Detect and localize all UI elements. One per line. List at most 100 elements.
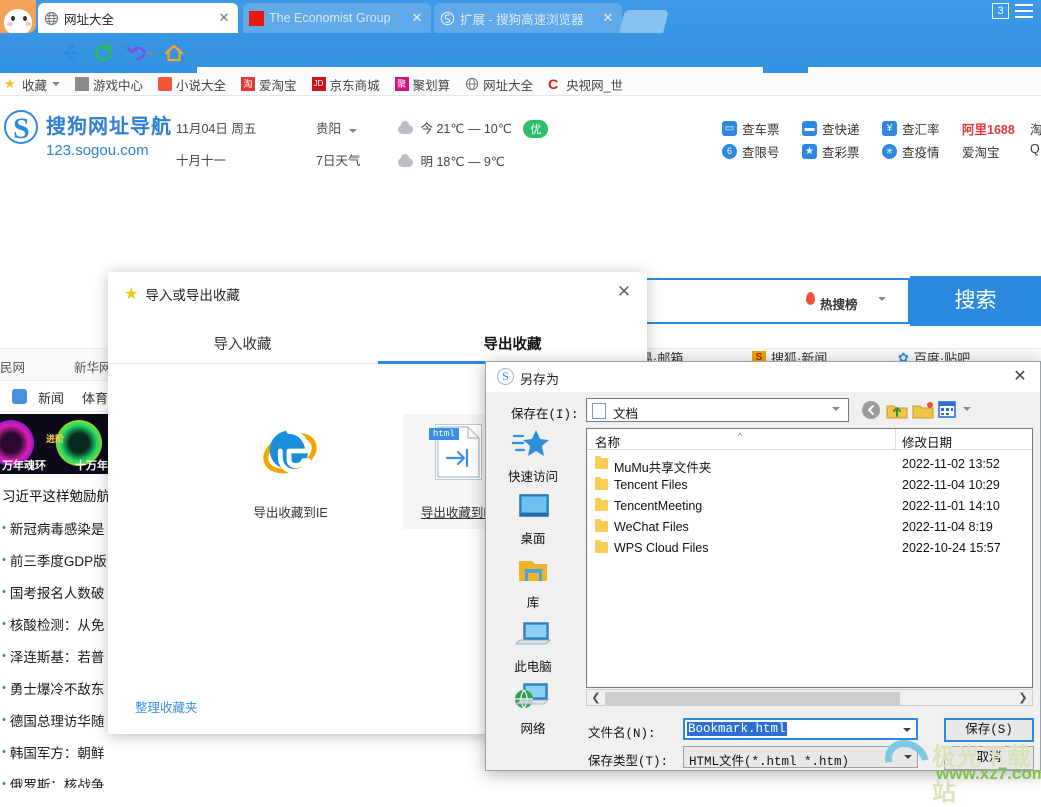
tab-close-icon-2[interactable]: ✕ bbox=[600, 10, 616, 26]
sort-indicator-icon: ^ bbox=[738, 431, 743, 441]
bookmark-cctv[interactable]: C 央视网_世 bbox=[548, 75, 623, 94]
category-sports[interactable]: 体育 bbox=[82, 388, 108, 407]
util-link-express[interactable]: ▬ 查快递 bbox=[802, 119, 860, 138]
column-header-date[interactable]: 修改日期 bbox=[902, 432, 952, 451]
reload-icon[interactable] bbox=[89, 39, 117, 67]
column-header-name[interactable]: 名称 bbox=[595, 432, 620, 451]
up-folder-icon[interactable] bbox=[886, 400, 908, 421]
star-icon: ★ bbox=[4, 76, 16, 91]
place-quick-access[interactable]: 快速访问 bbox=[493, 428, 573, 485]
chevron-right-icon[interactable]: ❯ bbox=[1015, 691, 1031, 706]
bookmark-game-center[interactable]: 游戏中心 bbox=[75, 75, 143, 94]
bookmark-juhuasuan[interactable]: 聚 聚划算 bbox=[394, 75, 450, 94]
window-count-badge[interactable]: 3 bbox=[992, 3, 1009, 19]
chevron-down-icon[interactable] bbox=[832, 407, 840, 411]
back-icon[interactable] bbox=[860, 400, 882, 421]
shop-link-1688[interactable]: 阿里1688 bbox=[962, 119, 1015, 138]
file-list[interactable]: 名称 ^ 修改日期 MuMu共享文件夹 2022-11-02 13:52 Ten… bbox=[586, 428, 1033, 688]
history-caret-icon[interactable] bbox=[146, 52, 154, 56]
views-caret-icon[interactable] bbox=[963, 407, 971, 411]
place-this-pc[interactable]: 此电脑 bbox=[493, 620, 573, 675]
util-link-epidemic[interactable]: ✳ 查疫情 bbox=[882, 142, 940, 161]
table-row[interactable]: Tencent Files 2022-11-04 10:29 bbox=[587, 476, 1032, 496]
views-icon[interactable] bbox=[938, 400, 960, 421]
util-label-1: 查快递 bbox=[822, 123, 860, 137]
tab-close-icon-0[interactable]: ✕ bbox=[216, 10, 232, 26]
list-item[interactable]: • 韩国军方：朝鲜 bbox=[0, 736, 118, 768]
city-selector[interactable]: 贵阳 bbox=[316, 118, 360, 137]
util-link-exchange-rate[interactable]: ¥ 查汇率 bbox=[882, 119, 940, 138]
place-library[interactable]: 库 bbox=[493, 556, 573, 611]
filetype-dropdown-icon[interactable] bbox=[899, 748, 916, 766]
weather-today-row[interactable]: 今 21℃ — 10℃ 优 bbox=[398, 118, 549, 138]
list-item[interactable]: • 前三季度GDP版 bbox=[0, 544, 118, 576]
list-item[interactable]: • 勇士爆冷不敌东 bbox=[0, 672, 118, 704]
bookmark-novels[interactable]: 小说大全 bbox=[158, 75, 226, 94]
chevron-down-icon[interactable] bbox=[52, 82, 61, 86]
chevron-down-icon[interactable] bbox=[878, 297, 886, 301]
tab-export-bookmarks[interactable]: 导出收藏 bbox=[378, 326, 647, 364]
table-row[interactable]: TencentMeeting 2022-11-01 14:10 bbox=[587, 497, 1032, 517]
close-icon[interactable]: ✕ bbox=[613, 281, 635, 303]
weather-7day-link[interactable]: 7日天气 bbox=[316, 150, 360, 169]
bookmark-favorites[interactable]: ★ 收藏 bbox=[4, 75, 61, 94]
util-link-train-ticket[interactable]: ▭ 查车票 bbox=[722, 119, 780, 138]
site-link-0[interactable]: 民网 bbox=[0, 357, 25, 376]
close-icon[interactable]: ✕ bbox=[1008, 366, 1032, 388]
bookmark-jd[interactable]: JD 京东商城 bbox=[311, 75, 380, 94]
place-desktop[interactable]: 桌面 bbox=[493, 492, 573, 547]
table-row[interactable]: WeChat Files 2022-11-04 8:19 bbox=[587, 518, 1032, 538]
util-link-plate-number[interactable]: 6 查限号 bbox=[722, 142, 780, 161]
place-network[interactable]: 网络 bbox=[493, 682, 573, 737]
tab-close-icon-1[interactable]: ✕ bbox=[409, 10, 425, 26]
list-item[interactable]: • 泽连斯基：若普 bbox=[0, 640, 118, 672]
horizontal-scrollbar[interactable]: ❮ ❯ bbox=[586, 689, 1033, 706]
filename-dropdown-icon[interactable] bbox=[898, 721, 915, 739]
lottery-icon: ★ bbox=[802, 144, 817, 159]
chevron-left-icon[interactable]: ❮ bbox=[588, 691, 604, 706]
shop-link-q[interactable]: Q bbox=[1030, 142, 1040, 156]
bookmark-label-3: 爱淘宝 bbox=[259, 78, 297, 93]
shop-link-tao[interactable]: 淘 bbox=[1030, 119, 1041, 138]
game-ad-banner[interactable]: 进阶 万年魂环 十万年 bbox=[0, 414, 110, 474]
chevron-down-icon[interactable] bbox=[348, 129, 357, 133]
sogou-logo[interactable]: 搜狗网址导航 123.sogou.com bbox=[4, 110, 172, 159]
browser-menu-icon[interactable] bbox=[1015, 4, 1033, 18]
browser-tab-1[interactable]: The Economist Group ✕ bbox=[243, 3, 431, 33]
save-button[interactable]: 保存(S) bbox=[944, 718, 1034, 742]
column-divider[interactable] bbox=[895, 429, 896, 450]
tab-import-bookmarks[interactable]: 导入收藏 bbox=[108, 326, 377, 364]
list-item[interactable]: • 核酸检测：从免 bbox=[0, 608, 118, 640]
bookmark-taobao[interactable]: 淘 爱淘宝 bbox=[241, 75, 297, 94]
list-item[interactable]: • 俄罗斯：核战争 bbox=[0, 768, 118, 788]
util-link-lottery[interactable]: ★ 查彩票 bbox=[802, 142, 860, 161]
home-icon[interactable] bbox=[160, 39, 188, 67]
new-tab-button[interactable] bbox=[619, 10, 669, 33]
cancel-button[interactable]: 取消 bbox=[944, 746, 1034, 770]
list-item[interactable]: • 德国总理访华随 bbox=[0, 704, 118, 736]
browser-tab-0[interactable]: 网址大全 ✕ bbox=[38, 3, 238, 33]
scrollbar-thumb[interactable] bbox=[605, 692, 900, 705]
filetype-combobox[interactable]: HTML文件(*.html *.htm) bbox=[683, 746, 918, 769]
shop-link-aitaobao[interactable]: 爱淘宝 bbox=[962, 142, 1000, 161]
browser-mascot-avatar[interactable] bbox=[0, 0, 36, 33]
export-to-ie-card[interactable]: 导出收藏到IE bbox=[233, 414, 348, 529]
browser-tab-2[interactable]: 扩展 - 搜狗高速浏览器 ✕ bbox=[434, 3, 622, 33]
new-folder-icon[interactable] bbox=[912, 400, 934, 421]
search-button[interactable]: 搜索 bbox=[910, 276, 1041, 326]
table-row[interactable]: WPS Cloud Files 2022-10-24 15:57 bbox=[587, 539, 1032, 559]
news-headline[interactable]: 习近平这样勉励航 bbox=[0, 478, 118, 512]
city-block: 贵阳 7日天气 bbox=[316, 118, 360, 169]
list-item[interactable]: • 国考报名人数破 bbox=[0, 576, 118, 608]
filename-input[interactable]: Bookmark.html bbox=[683, 718, 918, 740]
browser-tab-label-1: The Economist Group bbox=[269, 11, 391, 25]
table-row[interactable]: MuMu共享文件夹 2022-11-02 13:52 bbox=[587, 455, 1032, 475]
bookmark-hao123[interactable]: 网址大全 bbox=[465, 75, 533, 94]
site-link-1[interactable]: 新华网 bbox=[74, 357, 112, 376]
back-arrow-icon[interactable] bbox=[55, 39, 83, 67]
organize-bookmarks-link[interactable]: 整理收藏夹 bbox=[135, 697, 198, 716]
list-item[interactable]: • 新冠病毒感染是 bbox=[0, 512, 118, 544]
category-news[interactable]: 新闻 bbox=[38, 388, 64, 407]
save-in-combobox[interactable]: 文档 bbox=[586, 398, 849, 422]
hot-search-label[interactable]: 热搜榜 bbox=[820, 294, 858, 313]
